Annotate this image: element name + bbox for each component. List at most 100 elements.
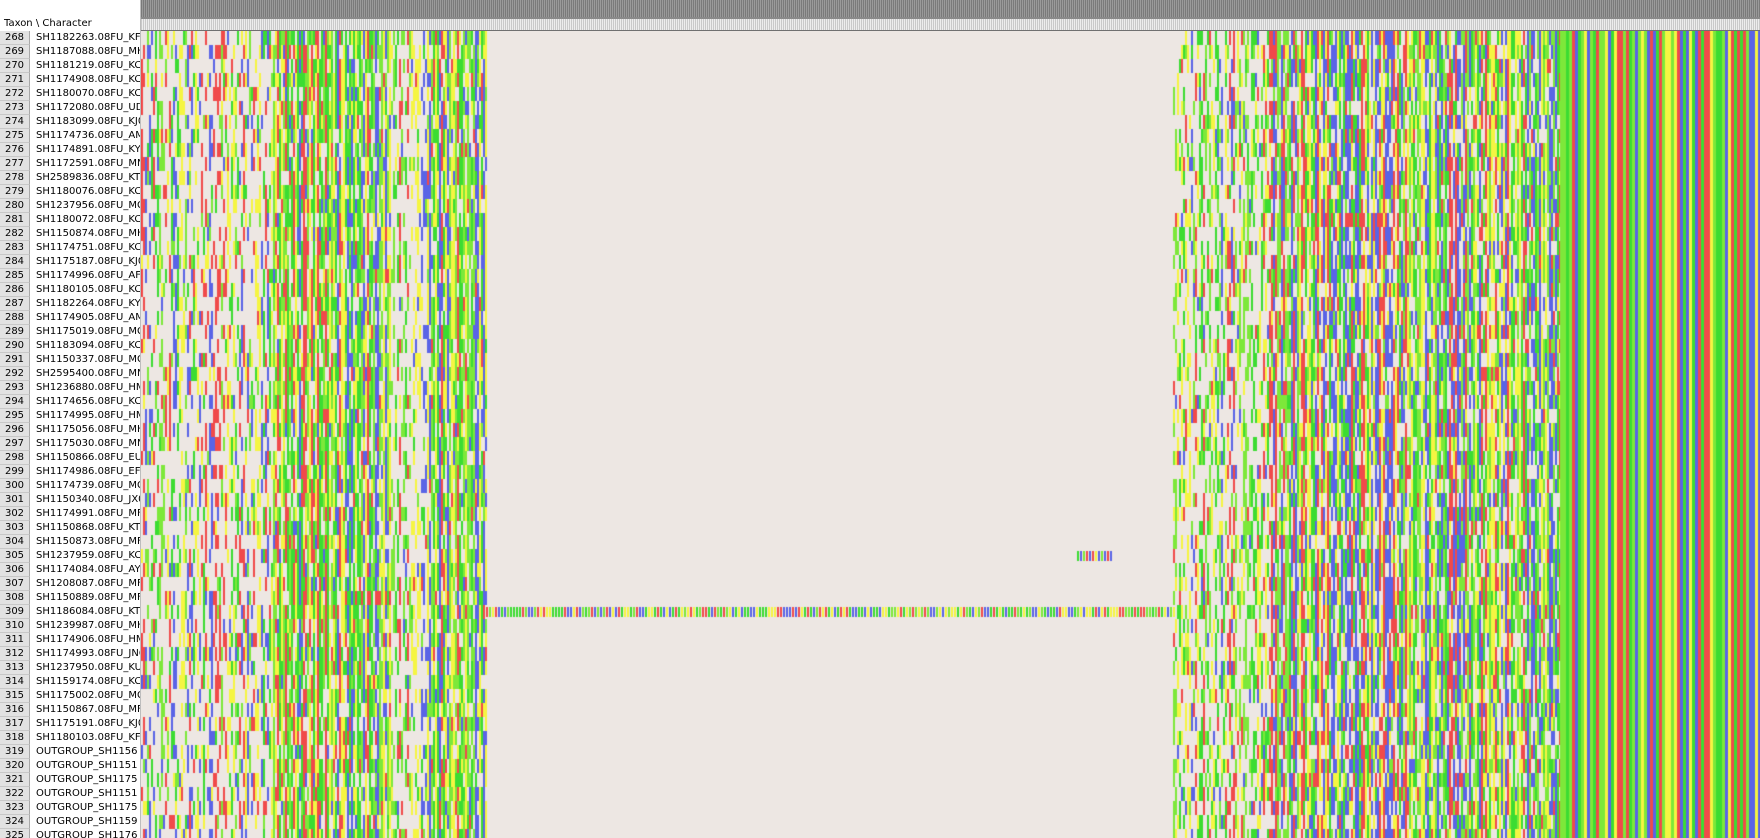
taxon-row[interactable]: 318 SH1180103.08FU_KF( bbox=[0, 731, 140, 745]
row-number[interactable]: 272 bbox=[0, 87, 30, 101]
taxon-row[interactable]: 307 SH1208087.08FU_MF bbox=[0, 577, 140, 591]
taxon-row[interactable]: 285 SH1174996.08FU_AF3 bbox=[0, 269, 140, 283]
row-number[interactable]: 310 bbox=[0, 619, 30, 633]
row-number[interactable]: 304 bbox=[0, 535, 30, 549]
taxon-row[interactable]: 325 OUTGROUP_SH1176 bbox=[0, 829, 140, 838]
taxon-name[interactable]: SH1174906.08FU_HM bbox=[36, 633, 140, 647]
row-number[interactable]: 308 bbox=[0, 591, 30, 605]
row-number[interactable]: 300 bbox=[0, 479, 30, 493]
taxon-row[interactable]: 276 SH1174891.08FU_KY bbox=[0, 143, 140, 157]
taxon-name[interactable]: SH1183099.08FU_KJ0 bbox=[36, 115, 140, 129]
row-number[interactable]: 275 bbox=[0, 129, 30, 143]
row-number[interactable]: 268 bbox=[0, 31, 30, 45]
row-number[interactable]: 324 bbox=[0, 815, 30, 829]
taxon-row[interactable]: 302 SH1174991.08FU_MF bbox=[0, 507, 140, 521]
taxon-row[interactable]: 283 SH1174751.08FU_KC bbox=[0, 241, 140, 255]
taxon-name[interactable]: SH1174736.08FU_AM bbox=[36, 129, 140, 143]
taxon-row[interactable]: 269 SH1187088.08FU_MH bbox=[0, 45, 140, 59]
taxon-name[interactable]: SH1182264.08FU_KY bbox=[36, 297, 140, 311]
taxon-name[interactable]: SH1180070.08FU_KC bbox=[36, 87, 140, 101]
taxon-name[interactable]: SH1180072.08FU_KC bbox=[36, 213, 140, 227]
taxon-name[interactable]: SH1172080.08FU_UD bbox=[36, 101, 140, 115]
row-number[interactable]: 292 bbox=[0, 367, 30, 381]
taxon-name[interactable]: SH1174986.08FU_EF( bbox=[36, 465, 140, 479]
taxon-name[interactable]: SH1174996.08FU_AF3 bbox=[36, 269, 140, 283]
taxon-name[interactable]: SH1174993.08FU_JN6 bbox=[36, 647, 140, 661]
row-number[interactable]: 319 bbox=[0, 745, 30, 759]
taxon-name[interactable]: SH1174739.08FU_MG bbox=[36, 479, 140, 493]
row-number[interactable]: 278 bbox=[0, 171, 30, 185]
taxon-row[interactable]: 271 SH1174908.08FU_KC bbox=[0, 73, 140, 87]
taxon-name[interactable]: SH1150874.08FU_MH bbox=[36, 227, 140, 241]
taxon-name[interactable]: SH1175187.08FU_KJ0 bbox=[36, 255, 140, 269]
row-number[interactable]: 323 bbox=[0, 801, 30, 815]
taxon-row[interactable]: 323 OUTGROUP_SH1175 bbox=[0, 801, 140, 815]
taxon-name[interactable]: SH1186084.08FU_KT bbox=[36, 605, 140, 619]
taxon-name[interactable]: SH1174905.08FU_AM bbox=[36, 311, 140, 325]
row-number[interactable]: 301 bbox=[0, 493, 30, 507]
row-number[interactable]: 320 bbox=[0, 759, 30, 773]
row-number[interactable]: 270 bbox=[0, 59, 30, 73]
taxon-row[interactable]: 270 SH1181219.08FU_KC bbox=[0, 59, 140, 73]
taxon-row[interactable]: 295 SH1174995.08FU_HM bbox=[0, 409, 140, 423]
row-number[interactable]: 277 bbox=[0, 157, 30, 171]
taxon-name[interactable]: SH1187088.08FU_MH bbox=[36, 45, 140, 59]
taxon-name[interactable]: SH1180105.08FU_KC bbox=[36, 283, 140, 297]
row-number[interactable]: 309 bbox=[0, 605, 30, 619]
taxon-row[interactable]: 308 SH1150889.08FU_MF bbox=[0, 591, 140, 605]
row-number[interactable]: 311 bbox=[0, 633, 30, 647]
taxon-name[interactable]: OUTGROUP_SH1175 bbox=[36, 773, 140, 787]
taxon-row[interactable]: 279 SH1180076.08FU_KC bbox=[0, 185, 140, 199]
row-number[interactable]: 314 bbox=[0, 675, 30, 689]
row-number[interactable]: 317 bbox=[0, 717, 30, 731]
taxon-row[interactable]: 272 SH1180070.08FU_KC bbox=[0, 87, 140, 101]
row-number[interactable]: 299 bbox=[0, 465, 30, 479]
taxon-row[interactable]: 296 SH1175056.08FU_MH bbox=[0, 423, 140, 437]
taxon-row[interactable]: 312 SH1174993.08FU_JN6 bbox=[0, 647, 140, 661]
row-number[interactable]: 293 bbox=[0, 381, 30, 395]
taxon-name[interactable]: SH1150867.08FU_MF bbox=[36, 703, 140, 717]
taxon-row[interactable]: 322 OUTGROUP_SH1151 bbox=[0, 787, 140, 801]
taxon-row[interactable]: 305 SH1237959.08FU_KC bbox=[0, 549, 140, 563]
taxon-row[interactable]: 316 SH1150867.08FU_MF bbox=[0, 703, 140, 717]
sequence-matrix-canvas[interactable] bbox=[141, 31, 1760, 838]
taxon-row[interactable]: 274 SH1183099.08FU_KJ0 bbox=[0, 115, 140, 129]
taxa-list[interactable]: 268 SH1182263.08FU_KF3 269 SH1187088.08FU_M… bbox=[0, 31, 141, 838]
taxon-row[interactable]: 314 SH1159174.08FU_KC bbox=[0, 675, 140, 689]
row-number[interactable]: 280 bbox=[0, 199, 30, 213]
taxon-row[interactable]: 292 SH2595400.08FU_MN bbox=[0, 367, 140, 381]
row-number[interactable]: 286 bbox=[0, 283, 30, 297]
taxon-name[interactable]: SH1174656.08FU_KC bbox=[36, 395, 140, 409]
character-ruler[interactable] bbox=[141, 0, 1760, 31]
taxon-row[interactable]: 284 SH1175187.08FU_KJ0 bbox=[0, 255, 140, 269]
taxon-name[interactable]: SH1150866.08FU_EU bbox=[36, 451, 140, 465]
taxon-name[interactable]: SH1172591.08FU_MN bbox=[36, 157, 140, 171]
row-number[interactable]: 287 bbox=[0, 297, 30, 311]
taxon-name[interactable]: SH1175191.08FU_KJ0 bbox=[36, 717, 140, 731]
taxon-name[interactable]: SH1174995.08FU_HM bbox=[36, 409, 140, 423]
row-number[interactable]: 283 bbox=[0, 241, 30, 255]
taxon-row[interactable]: 280 SH1237956.08FU_MG bbox=[0, 199, 140, 213]
row-number[interactable]: 282 bbox=[0, 227, 30, 241]
row-number[interactable]: 295 bbox=[0, 409, 30, 423]
taxon-row[interactable]: 275 SH1174736.08FU_AM bbox=[0, 129, 140, 143]
row-number[interactable]: 289 bbox=[0, 325, 30, 339]
taxon-name[interactable]: SH1183094.08FU_KC bbox=[36, 339, 140, 353]
row-number[interactable]: 321 bbox=[0, 773, 30, 787]
sequence-matrix[interactable] bbox=[141, 31, 1760, 838]
row-number[interactable]: 273 bbox=[0, 101, 30, 115]
taxon-name[interactable]: SH1174751.08FU_KC bbox=[36, 241, 140, 255]
taxon-name[interactable]: SH1174084.08FU_AY bbox=[36, 563, 140, 577]
row-number[interactable]: 306 bbox=[0, 563, 30, 577]
taxon-row[interactable]: 313 SH1237950.08FU_KU bbox=[0, 661, 140, 675]
taxon-name[interactable]: OUTGROUP_SH1159 bbox=[36, 815, 140, 829]
taxon-name[interactable]: SH1237950.08FU_KU bbox=[36, 661, 140, 675]
row-number[interactable]: 288 bbox=[0, 311, 30, 325]
taxon-name[interactable]: OUTGROUP_SH1151 bbox=[36, 759, 140, 773]
taxon-name[interactable]: SH1208087.08FU_MF bbox=[36, 577, 140, 591]
taxon-name[interactable]: SH1150337.08FU_MG bbox=[36, 353, 140, 367]
row-number[interactable]: 290 bbox=[0, 339, 30, 353]
taxon-row[interactable]: 319 OUTGROUP_SH1156 bbox=[0, 745, 140, 759]
taxon-row[interactable]: 287 SH1182264.08FU_KY bbox=[0, 297, 140, 311]
row-number[interactable]: 313 bbox=[0, 661, 30, 675]
